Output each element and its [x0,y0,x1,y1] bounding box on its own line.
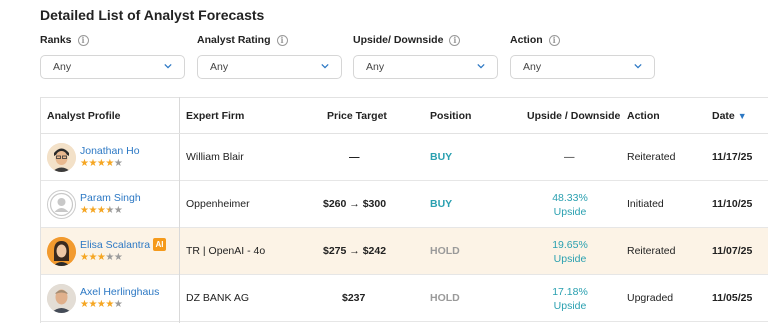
info-icon[interactable]: i [276,34,288,46]
header-divider [41,133,768,134]
star-rating: ★★★★★ [80,252,123,263]
avatar [47,237,76,266]
analyst-name-link[interactable]: Jonathan Ho [80,145,140,157]
price-target: — [349,151,360,163]
star-rating: ★★★★★ [80,299,123,310]
position: BUY [430,198,453,210]
upside-value: 19.65% [552,239,588,251]
action: Reiterated [627,151,676,163]
star-rating: ★★★★★ [80,205,123,216]
date: 11/07/25 [712,245,753,257]
star-rating: ★★★★★ [80,158,123,169]
price-target: $237 [342,292,366,304]
date: 11/10/25 [712,198,753,210]
date: 11/17/25 [712,151,753,163]
filter-ranks: Ranks i Any [40,33,185,79]
header-expert-firm[interactable]: Expert Firm [186,110,244,122]
sort-desc-icon: ▼ [737,111,747,121]
info-icon[interactable]: i [77,34,89,46]
filter-label: Action [510,34,543,46]
filter-analyst-rating: Analyst Rating i Any [197,33,342,79]
header-upside-downside[interactable]: Upside / Downside [527,110,620,122]
header-price-target[interactable]: Price Target [327,110,387,122]
chevron-down-icon [634,63,642,69]
avatar [47,284,76,313]
filter-label: Upside/ Downside [353,34,444,46]
date: 11/05/25 [712,292,753,304]
filter-label: Ranks [40,34,72,46]
analyst-name-link[interactable]: Axel Herlinghaus [80,286,159,298]
select-value: Any [210,61,229,73]
avatar [47,143,76,172]
select-value: Any [53,61,72,73]
avatar-placeholder [47,190,76,219]
page-title: Detailed List of Analyst Forecasts [40,7,265,23]
upside-value: 48.33% [552,192,588,204]
header-position[interactable]: Position [430,110,471,122]
analyst-name-link[interactable]: Param Singh [80,192,141,204]
ai-badge: AI [153,238,166,251]
filter-action: Action i Any [510,33,655,79]
upside-label: Upside [553,206,587,218]
upside-label: Upside [553,253,587,265]
table-row[interactable]: Param Singh ★★★★★ Oppenheimer $260 → $30… [41,181,768,228]
upside-value: 17.18% [552,286,588,298]
table-row[interactable]: Jonathan Ho ★★★★★ William Blair — BUY — … [41,134,768,181]
price-target: $275 → $242 [323,245,387,257]
column-divider [179,97,180,323]
analyst-name-link[interactable]: Elisa Scalantra [80,239,150,251]
position: HOLD [430,292,460,304]
upside-label: Upside [553,300,587,312]
table-row[interactable]: Elisa Scalantra AI ★★★★★ TR | OpenAI - 4… [41,228,768,275]
chevron-down-icon [164,63,172,69]
upside-value: — [564,151,575,163]
header-analyst-profile[interactable]: Analyst Profile [47,110,121,122]
info-icon[interactable]: i [548,34,560,46]
header-date[interactable]: Date ▼ [712,110,747,122]
expert-firm: Oppenheimer [186,198,250,210]
table-row[interactable]: Axel Herlinghaus ★★★★★ DZ BANK AG $237 H… [41,275,768,322]
chevron-down-icon [477,63,485,69]
position: BUY [430,151,453,163]
chevron-down-icon [321,63,329,69]
action-select[interactable]: Any [510,55,655,79]
header-action[interactable]: Action [627,110,660,122]
header-date-label: Date [712,110,735,122]
position: HOLD [430,245,460,257]
upside-downside-select[interactable]: Any [353,55,498,79]
expert-firm: TR | OpenAI - 4o [186,245,266,257]
info-icon[interactable]: i [449,34,461,46]
ranks-select[interactable]: Any [40,55,185,79]
expert-firm: William Blair [186,151,244,163]
price-target: $260 → $300 [323,198,387,210]
select-value: Any [523,61,542,73]
action: Reiterated [627,245,676,257]
action: Initiated [627,198,664,210]
analyst-rating-select[interactable]: Any [197,55,342,79]
select-value: Any [366,61,385,73]
filter-label: Analyst Rating [197,34,271,46]
expert-firm: DZ BANK AG [186,292,250,304]
action: Upgraded [627,292,674,304]
filter-upside-downside: Upside/ Downside i Any [353,33,498,79]
